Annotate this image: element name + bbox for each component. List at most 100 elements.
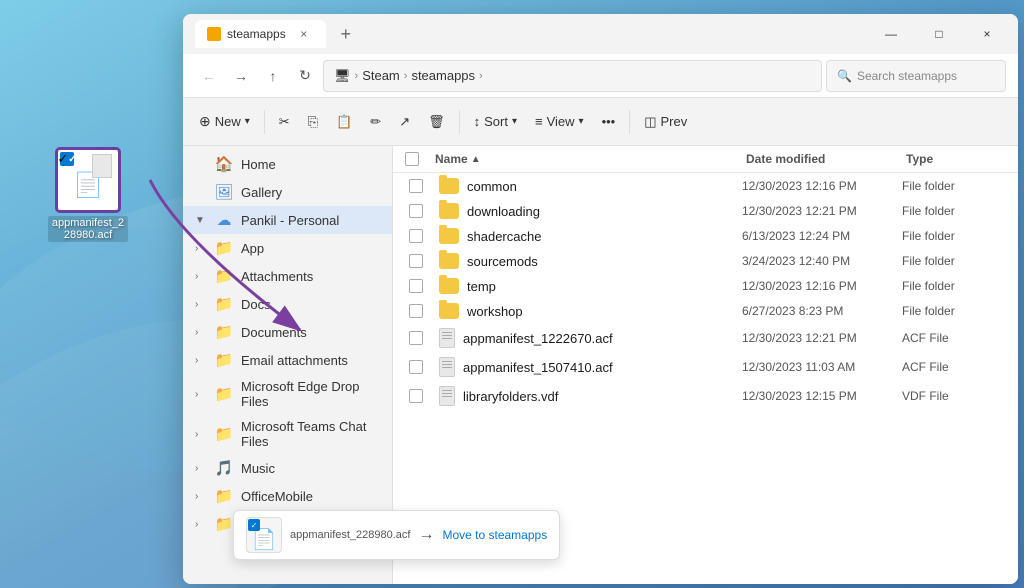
sidebar-label-teams: Microsoft Teams Chat Files <box>241 419 380 449</box>
file-row[interactable]: appmanifest_1507410.acf 12/30/2023 11:03… <box>397 353 1014 381</box>
chevron-icon: ▼ <box>195 215 207 226</box>
file-name: workshop <box>467 304 523 319</box>
copy-button[interactable]: ⎘ <box>300 109 326 135</box>
sidebar-item-cloud[interactable]: ▼ ☁ Pankil - Personal <box>183 206 392 234</box>
sidebar-item-teams[interactable]: › 📁 Microsoft Teams Chat Files <box>183 414 392 454</box>
forward-button[interactable]: → <box>227 62 255 90</box>
chevron-icon: › <box>195 271 207 282</box>
preview-icon: ◫ <box>644 114 656 130</box>
sidebar-label-gallery: Gallery <box>241 185 282 200</box>
col-header-name[interactable]: Name ▲ <box>435 152 746 166</box>
delete-button[interactable]: 🗑 <box>420 109 453 135</box>
preview-button[interactable]: ◫ Prev <box>636 109 695 135</box>
cut-button[interactable]: ✂ <box>271 109 298 135</box>
share-button[interactable]: ↗ <box>391 109 418 135</box>
new-tab-button[interactable]: + <box>332 20 360 48</box>
chevron-icon: › <box>195 327 207 338</box>
breadcrumb-steam[interactable]: Steam <box>362 68 400 83</box>
desktop-icon[interactable]: ✓ 📄 appmanifest_228980.acf <box>48 148 128 242</box>
new-icon: ⊕ <box>199 113 211 130</box>
more-options-button[interactable]: ••• <box>594 109 624 134</box>
active-tab[interactable]: steamapps × <box>195 20 326 48</box>
maximize-button[interactable]: □ <box>916 18 962 50</box>
file-row[interactable]: downloading 12/30/2023 12:21 PM File fol… <box>397 199 1014 223</box>
row-checkbox[interactable] <box>409 204 439 218</box>
sort-arrow-icon: ▲ <box>471 154 481 165</box>
sidebar-item-edge[interactable]: › 📁 Microsoft Edge Drop Files <box>183 374 392 414</box>
back-button[interactable]: ← <box>195 62 223 90</box>
sort-chevron-icon: ▾ <box>512 116 517 127</box>
row-checkbox[interactable] <box>409 229 439 243</box>
file-row[interactable]: libraryfolders.vdf 12/30/2023 12:15 PM V… <box>397 382 1014 410</box>
row-checkbox[interactable] <box>409 331 439 345</box>
cloud-icon: ☁ <box>215 211 233 229</box>
cut-icon: ✂ <box>279 114 290 130</box>
check-all[interactable] <box>405 152 435 166</box>
sidebar-item-attachments[interactable]: › 📁 Attachments <box>183 262 392 290</box>
rename-button[interactable]: ✏ <box>362 109 389 135</box>
file-row[interactable]: sourcemods 3/24/2023 12:40 PM File folde… <box>397 249 1014 273</box>
close-window-button[interactable]: × <box>964 18 1010 50</box>
tab-label: steamapps <box>227 27 286 41</box>
view-button[interactable]: ≡ View ▾ <box>527 109 592 134</box>
chevron-icon: › <box>195 491 207 502</box>
drag-check-icon: ✓ <box>248 519 260 531</box>
file-type: File folder <box>902 254 1002 268</box>
sidebar-item-home[interactable]: 🏠 Home <box>183 150 392 178</box>
sidebar-item-docs[interactable]: › 📁 Docs <box>183 290 392 318</box>
file-name-cell: temp <box>439 278 742 294</box>
drag-icon-wrap: ✓ 📄 <box>246 517 282 553</box>
row-checkbox[interactable] <box>409 389 439 403</box>
folder-icon <box>439 203 459 219</box>
row-checkbox[interactable] <box>409 279 439 293</box>
search-box[interactable]: 🔍 Search steamapps <box>826 60 1006 92</box>
music-icon: 🎵 <box>215 459 233 477</box>
sidebar-item-app[interactable]: › 📁 App <box>183 234 392 262</box>
row-checkbox[interactable] <box>409 304 439 318</box>
sidebar-item-music[interactable]: › 🎵 Music <box>183 454 392 482</box>
folder-icon: 📁 <box>215 385 233 403</box>
document-icon <box>439 386 455 406</box>
sort-icon: ↕ <box>474 114 481 129</box>
tab-close-button[interactable]: × <box>294 24 314 44</box>
desktop-icon-checkbox: ✓ <box>60 152 74 166</box>
file-name-cell: appmanifest_1507410.acf <box>439 357 742 377</box>
file-row[interactable]: temp 12/30/2023 12:16 PM File folder <box>397 274 1014 298</box>
view-label: View <box>547 114 575 129</box>
col-header-date[interactable]: Date modified <box>746 152 906 166</box>
row-checkbox[interactable] <box>409 179 439 193</box>
folder-icon <box>439 303 459 319</box>
sidebar-item-documents[interactable]: › 📁 Documents <box>183 318 392 346</box>
refresh-button[interactable]: ↻ <box>291 62 319 90</box>
file-date: 6/27/2023 8:23 PM <box>742 304 902 318</box>
folder-icon: 📁 <box>215 425 233 443</box>
sidebar-item-office[interactable]: › 📁 OfficeMobile <box>183 482 392 510</box>
file-name-cell: appmanifest_1222670.acf <box>439 328 742 348</box>
toolbar-divider-2 <box>459 110 460 134</box>
file-type: VDF File <box>902 389 1002 403</box>
file-row[interactable]: common 12/30/2023 12:16 PM File folder <box>397 174 1014 198</box>
file-row[interactable]: shadercache 6/13/2023 12:24 PM File fold… <box>397 224 1014 248</box>
row-checkbox[interactable] <box>409 254 439 268</box>
breadcrumb-steamapps[interactable]: steamapps <box>411 68 475 83</box>
sort-button[interactable]: ↕ Sort ▾ <box>466 109 525 134</box>
sidebar-item-email[interactable]: › 📁 Email attachments <box>183 346 392 374</box>
sidebar-item-gallery[interactable]: 🖼 Gallery <box>183 178 392 206</box>
file-row[interactable]: workshop 6/27/2023 8:23 PM File folder <box>397 299 1014 323</box>
file-name: shadercache <box>467 229 541 244</box>
file-name: downloading <box>467 204 540 219</box>
file-type: File folder <box>902 279 1002 293</box>
chevron-icon: › <box>195 463 207 474</box>
sidebar-label-docs: Docs <box>241 297 271 312</box>
col-header-type[interactable]: Type <box>906 152 1006 166</box>
up-button[interactable]: ↑ <box>259 62 287 90</box>
minimize-button[interactable]: — <box>868 18 914 50</box>
file-row[interactable]: appmanifest_1222670.acf 12/30/2023 12:21… <box>397 324 1014 352</box>
folder-icon <box>439 278 459 294</box>
new-button[interactable]: ⊕ New ▾ <box>191 108 258 135</box>
paste-button[interactable]: 📋 <box>328 109 360 135</box>
row-checkbox[interactable] <box>409 360 439 374</box>
check-all-box[interactable] <box>405 152 419 166</box>
sort-label: Sort <box>484 114 508 129</box>
sidebar-label-home: Home <box>241 157 276 172</box>
